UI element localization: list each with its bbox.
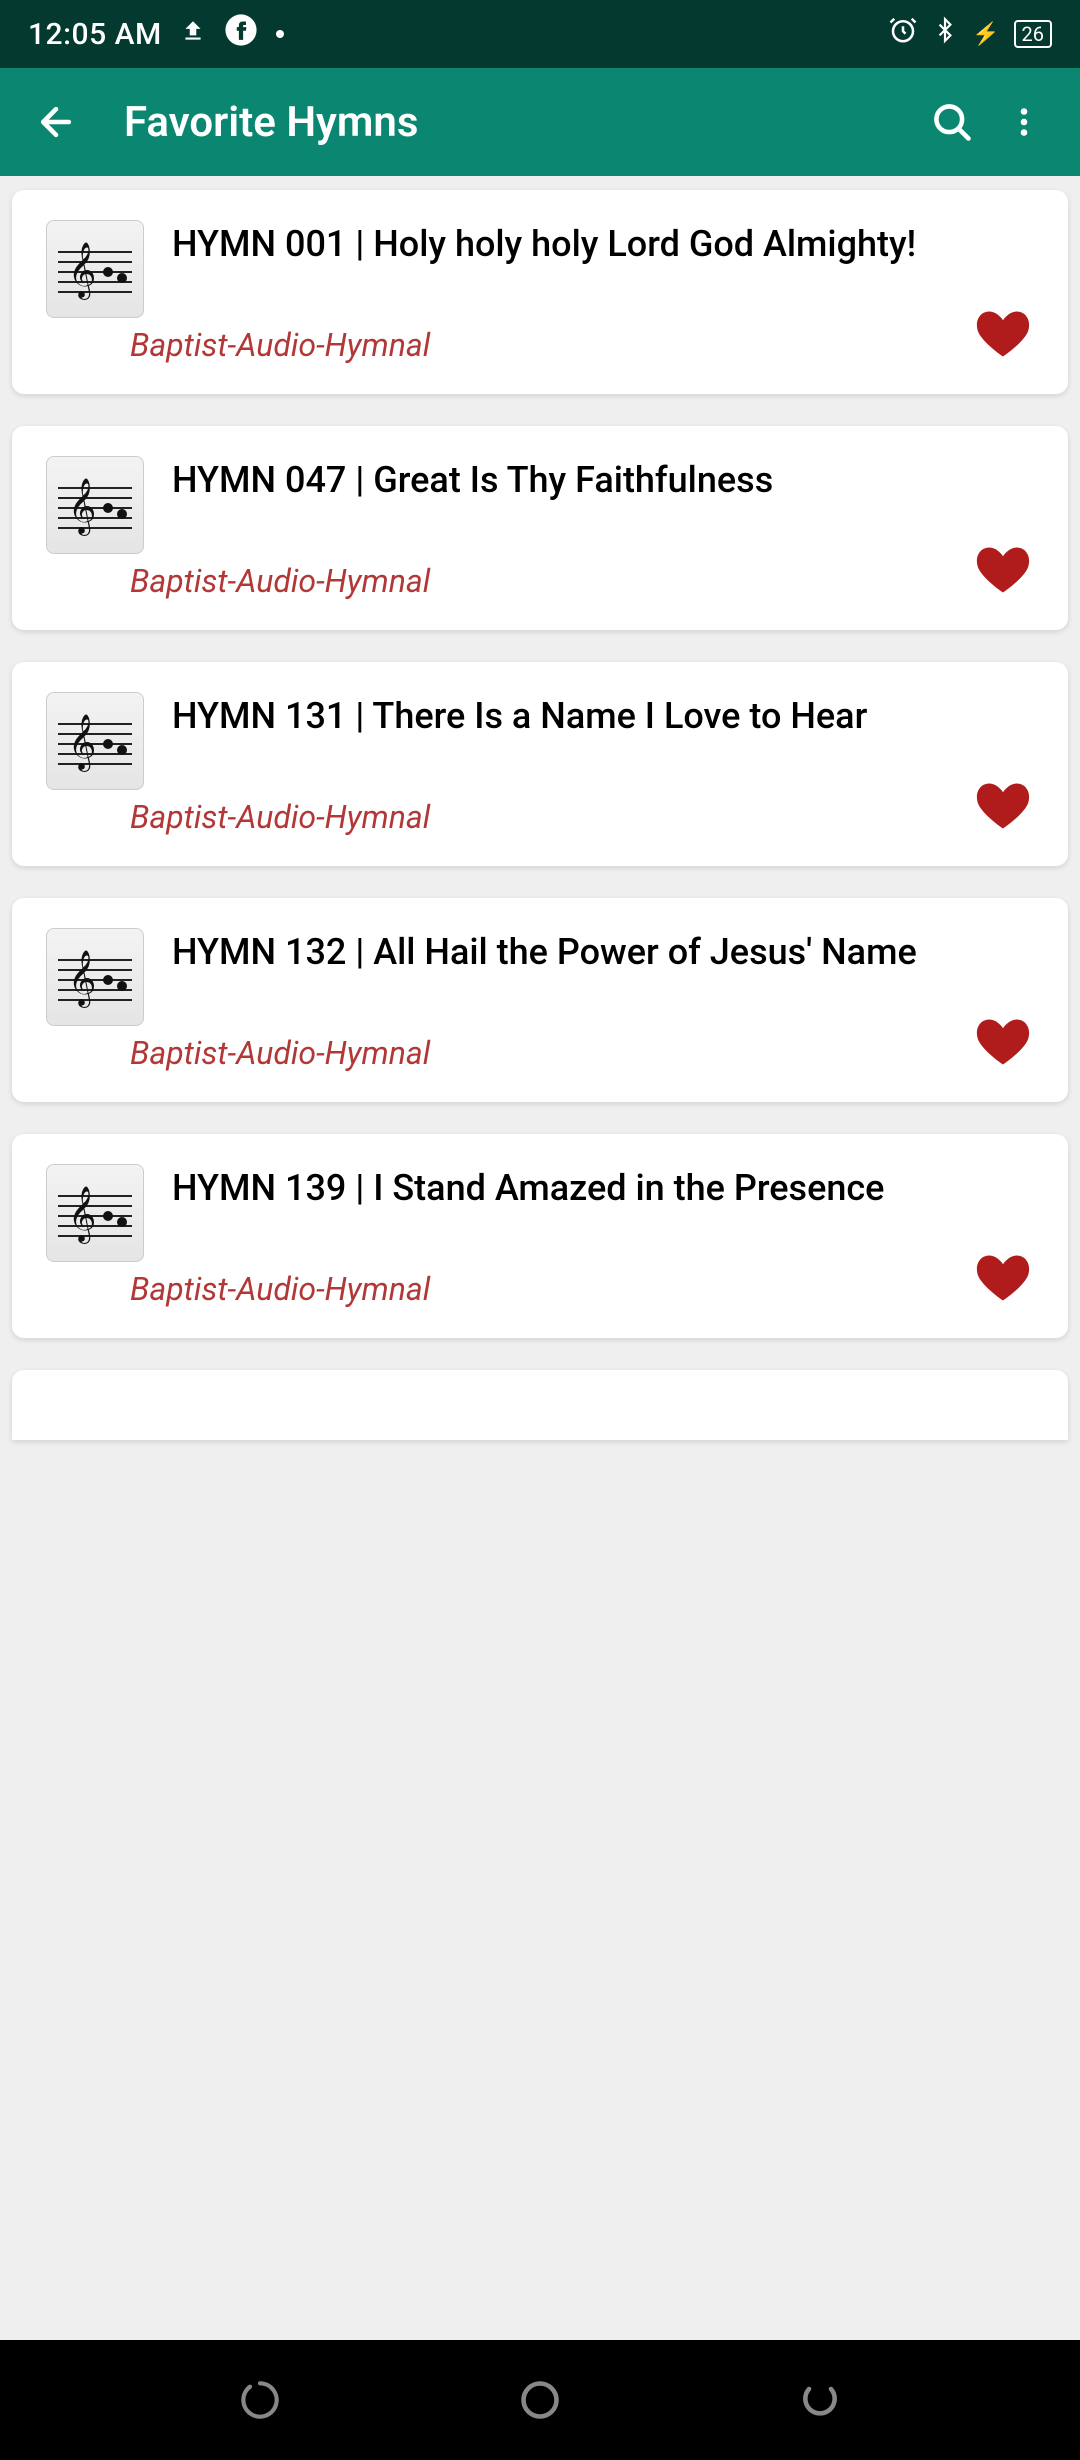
svg-text:𝄞: 𝄞 — [68, 715, 96, 772]
upload-icon — [180, 17, 206, 52]
system-nav-bar — [0, 2340, 1080, 2460]
favorite-button[interactable] — [970, 1012, 1036, 1076]
hymn-card[interactable]: 𝄞 HYMN 131 | There Is a Name I Love to H… — [12, 662, 1068, 866]
facebook-icon — [224, 13, 258, 55]
hymn-card[interactable]: 𝄞 HYMN 001 | Holy holy holy Lord God Alm… — [12, 190, 1068, 394]
music-sheet-icon: 𝄞 — [46, 692, 144, 790]
charging-icon: ⚡ — [972, 22, 999, 47]
hymn-card[interactable]: 𝄞 HYMN 139 | I Stand Amazed in the Prese… — [12, 1134, 1068, 1338]
favorite-button[interactable] — [970, 540, 1036, 604]
hymn-source: Baptist-Audio-Hymnal — [130, 1270, 1034, 1308]
hymn-card-partial[interactable] — [12, 1370, 1068, 1440]
favorite-button[interactable] — [970, 304, 1036, 368]
bluetooth-icon — [932, 15, 958, 53]
notification-dot-icon — [276, 30, 284, 38]
app-bar: Favorite Hymns — [0, 68, 1080, 176]
favorite-button[interactable] — [970, 1248, 1036, 1312]
svg-text:𝄞: 𝄞 — [68, 1187, 96, 1244]
svg-text:𝄞: 𝄞 — [68, 479, 96, 536]
hymn-title: HYMN 001 | Holy holy holy Lord God Almig… — [172, 222, 916, 267]
svg-text:𝄞: 𝄞 — [68, 951, 96, 1008]
back-button-nav[interactable] — [760, 2360, 880, 2440]
music-sheet-icon: 𝄞 — [46, 220, 144, 318]
search-button[interactable] — [916, 86, 988, 158]
music-sheet-icon: 𝄞 — [46, 928, 144, 1026]
status-left: 12:05 AM — [28, 13, 284, 55]
home-button[interactable] — [480, 2360, 600, 2440]
status-right: ⚡ 26 — [888, 15, 1052, 53]
hymn-source: Baptist-Audio-Hymnal — [130, 326, 1034, 364]
content-area: 𝄞 HYMN 001 | Holy holy holy Lord God Alm… — [0, 176, 1080, 2340]
recents-button[interactable] — [200, 2360, 320, 2440]
hymn-source: Baptist-Audio-Hymnal — [130, 1034, 1034, 1072]
hymn-card[interactable]: 𝄞 HYMN 047 | Great Is Thy Faithfulness B… — [12, 426, 1068, 630]
hymn-source: Baptist-Audio-Hymnal — [130, 562, 1034, 600]
music-sheet-icon: 𝄞 — [46, 456, 144, 554]
hymn-title: HYMN 047 | Great Is Thy Faithfulness — [172, 458, 773, 503]
svg-text:𝄞: 𝄞 — [68, 243, 96, 300]
back-button[interactable] — [20, 86, 92, 158]
hymn-title: HYMN 139 | I Stand Amazed in the Presenc… — [172, 1166, 884, 1211]
hymn-source: Baptist-Audio-Hymnal — [130, 798, 1034, 836]
favorite-button[interactable] — [970, 776, 1036, 840]
more-options-button[interactable] — [988, 86, 1060, 158]
battery-level: 26 — [1014, 20, 1052, 48]
music-sheet-icon: 𝄞 — [46, 1164, 144, 1262]
hymn-title: HYMN 131 | There Is a Name I Love to Hea… — [172, 694, 867, 739]
status-time: 12:05 AM — [28, 17, 162, 52]
hymn-title: HYMN 132 | All Hail the Power of Jesus' … — [172, 930, 917, 975]
page-title: Favorite Hymns — [124, 98, 916, 147]
hymn-card[interactable]: 𝄞 HYMN 132 | All Hail the Power of Jesus… — [12, 898, 1068, 1102]
status-bar: 12:05 AM ⚡ 26 — [0, 0, 1080, 68]
alarm-icon — [888, 15, 918, 53]
